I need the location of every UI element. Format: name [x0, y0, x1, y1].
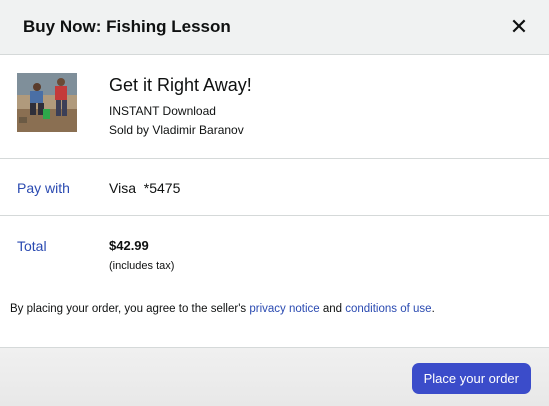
product-details: Get it Right Away! INSTANT Download Sold… [109, 75, 252, 142]
modal-header: Buy Now: Fishing Lesson ✕ [0, 0, 549, 55]
total-label: Total [17, 238, 47, 254]
payment-method: Visa *5475 [109, 180, 181, 196]
payment-row[interactable]: Pay with Visa *5475 [0, 159, 549, 216]
tax-note: (includes tax) [109, 260, 175, 272]
place-order-button[interactable]: Place your order [411, 363, 531, 394]
modal-title: Buy Now: Fishing Lesson [23, 17, 231, 36]
product-headline: Get it Right Away! [109, 75, 252, 95]
buy-now-modal: Buy Now: Fishing Lesson ✕ Get it Right A… [0, 0, 549, 406]
order-agreement-text: By placing your order, you agree to the … [10, 303, 435, 315]
privacy-notice-link[interactable]: privacy notice [249, 303, 319, 315]
agreement-middle: and [319, 303, 346, 315]
agreement-prefix: By placing your order, you agree to the … [10, 303, 250, 315]
conditions-of-use-link[interactable]: conditions of use [345, 303, 431, 315]
product-thumbnail [17, 73, 77, 132]
product-format: INSTANT Download [109, 104, 216, 118]
total-amount: $42.99 [109, 238, 149, 253]
agreement-suffix: . [431, 303, 435, 315]
total-row: Total $42.99 (includes tax) [0, 216, 549, 286]
close-icon[interactable]: ✕ [506, 14, 532, 40]
modal-footer: Place your order [0, 347, 549, 406]
product-seller: Sold by Vladimir Baranov [109, 123, 244, 137]
pay-with-label[interactable]: Pay with [17, 180, 70, 196]
product-section: Get it Right Away! INSTANT Download Sold… [0, 55, 549, 159]
